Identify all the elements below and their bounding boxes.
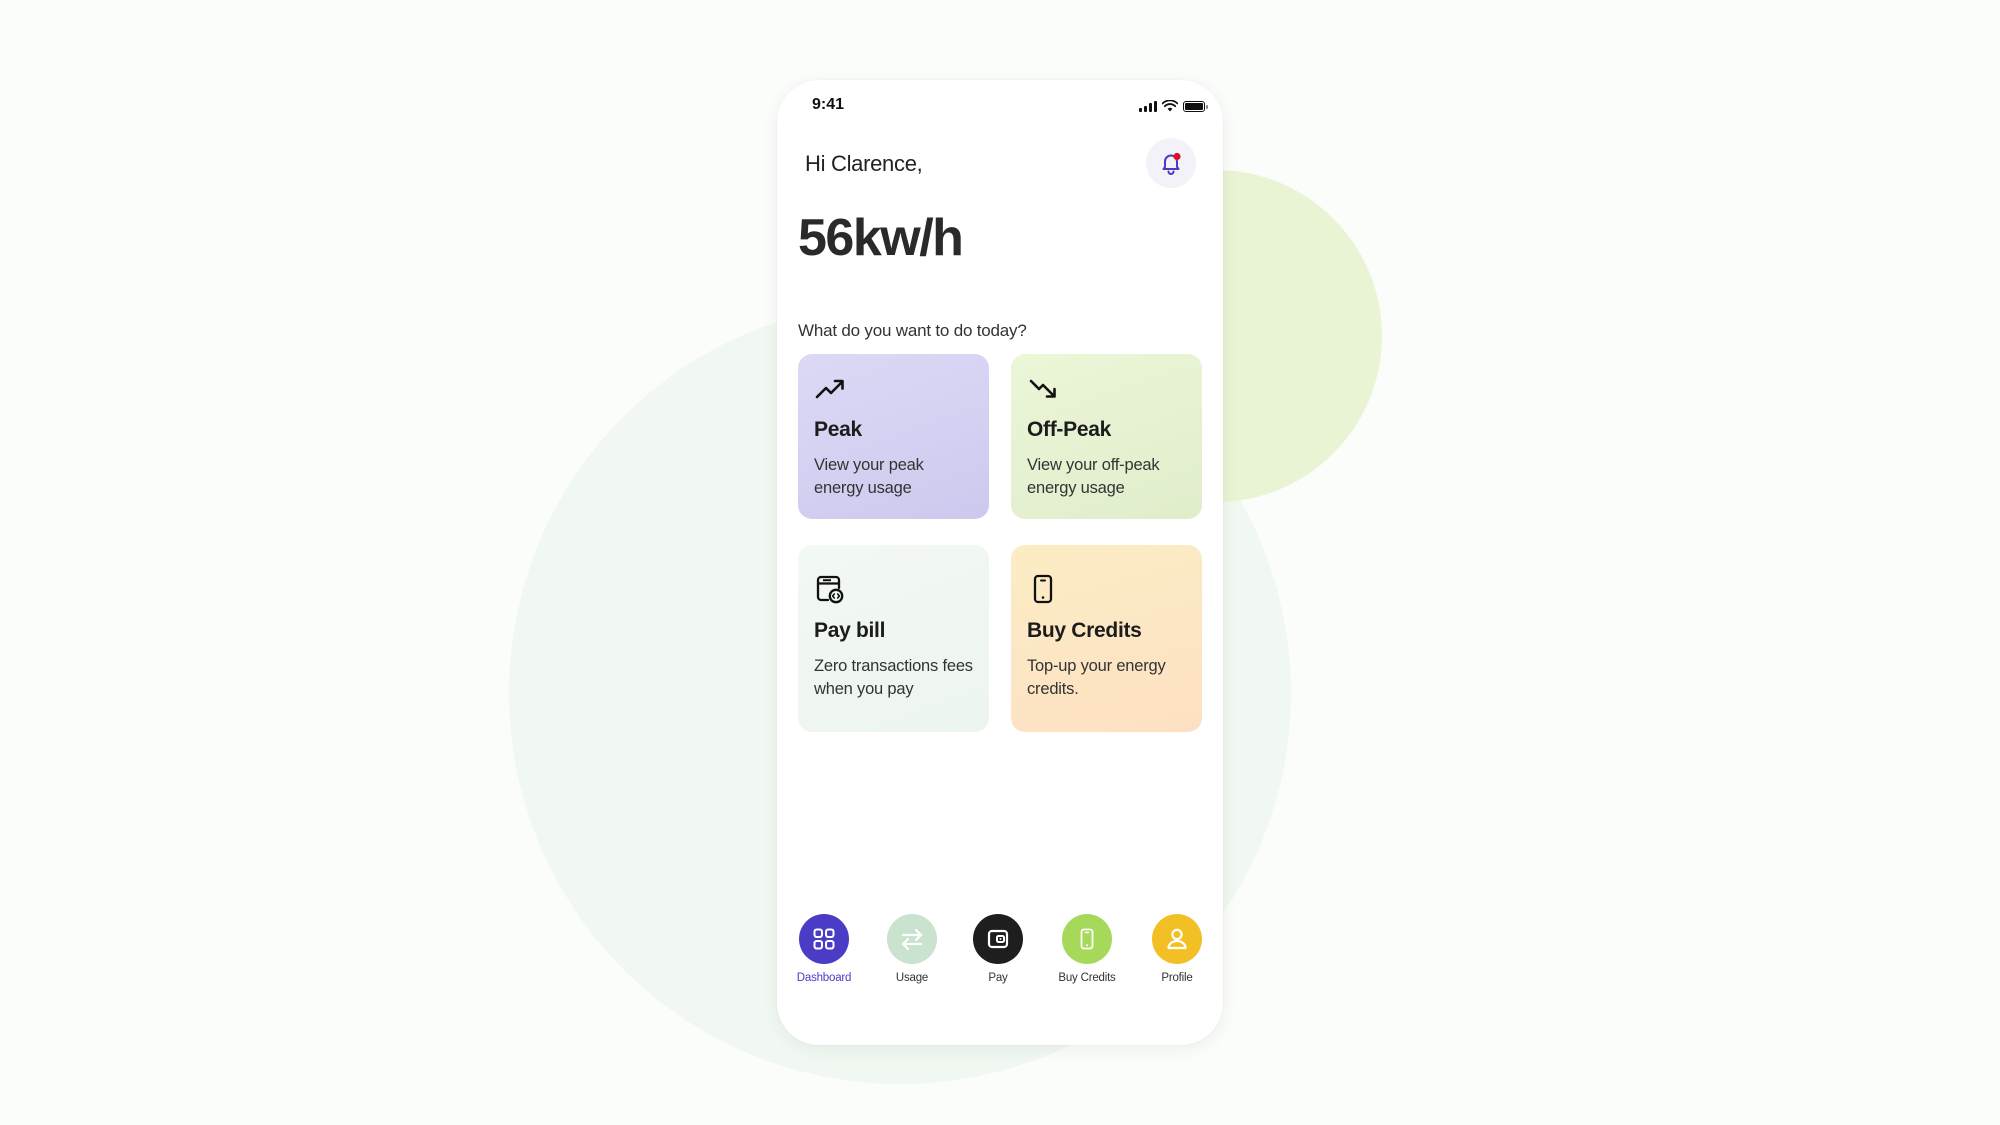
nav-label: Buy Credits — [1058, 972, 1116, 984]
nav-item-pay[interactable]: Pay — [958, 914, 1038, 984]
wallet-icon — [987, 929, 1009, 949]
nav-label: Dashboard — [796, 972, 852, 984]
nav-item-dashboard[interactable]: Dashboard — [784, 914, 864, 984]
nav-label: Profile — [1161, 972, 1193, 984]
user-icon — [1167, 928, 1187, 950]
mobile-phone-icon — [1080, 928, 1094, 950]
nav-icon-circle — [887, 914, 937, 964]
notifications-button[interactable] — [1146, 138, 1196, 188]
bill-payment-icon — [816, 575, 844, 604]
nav-label: Pay — [988, 972, 1008, 984]
card-title: Off-Peak — [1027, 418, 1111, 441]
grid-icon — [813, 928, 835, 950]
offpeak-card[interactable]: Off-Peak View your off-peak energy usage — [1011, 354, 1202, 519]
actions-prompt: What do you want to do today? — [798, 321, 1027, 340]
pay-bill-card[interactable]: Pay bill Zero transactions fees when you… — [798, 545, 989, 732]
cellular-signal-icon — [1139, 100, 1157, 112]
nav-item-buy-credits[interactable]: Buy Credits — [1047, 914, 1127, 984]
card-title: Pay bill — [814, 619, 886, 642]
battery-icon — [1183, 100, 1208, 112]
wifi-icon — [1162, 100, 1178, 112]
mobile-phone-icon — [1033, 574, 1053, 604]
peak-card[interactable]: Peak View your peak energy usage — [798, 354, 989, 519]
card-title: Peak — [814, 418, 862, 441]
status-icons — [1139, 100, 1208, 112]
phone-screen: 9:41 Hi Clarence, 56kw/h What do you wan… — [777, 80, 1223, 1045]
card-description: Top-up your energy credits. — [1027, 657, 1166, 698]
card-title: Buy Credits — [1027, 619, 1142, 642]
nav-icon-circle — [1062, 914, 1112, 964]
nav-icon-circle — [973, 914, 1023, 964]
usage-value: 56kw/h — [798, 209, 964, 267]
card-description: Zero transactions fees when you pay — [814, 657, 973, 698]
trending-down-icon — [1029, 379, 1056, 398]
bell-icon — [1162, 152, 1181, 175]
bottom-navigation: Dashboard Usage Pay Buy Credits Profile — [777, 914, 1223, 994]
buy-credits-card[interactable]: Buy Credits Top-up your energy credits. — [1011, 545, 1202, 732]
status-time: 9:41 — [812, 96, 845, 113]
trending-up-icon — [815, 379, 844, 399]
card-description: View your off-peak energy usage — [1027, 456, 1160, 497]
nav-item-profile[interactable]: Profile — [1137, 914, 1217, 984]
notification-dot — [1173, 152, 1181, 161]
swap-arrows-icon — [901, 928, 923, 951]
nav-icon-circle — [1152, 914, 1202, 964]
nav-item-usage[interactable]: Usage — [872, 914, 952, 984]
nav-icon-circle — [799, 914, 849, 964]
nav-label: Usage — [895, 972, 929, 984]
card-description: View your peak energy usage — [814, 456, 924, 497]
greeting: Hi Clarence, — [805, 151, 923, 176]
status-bar: 9:41 — [777, 80, 1223, 132]
